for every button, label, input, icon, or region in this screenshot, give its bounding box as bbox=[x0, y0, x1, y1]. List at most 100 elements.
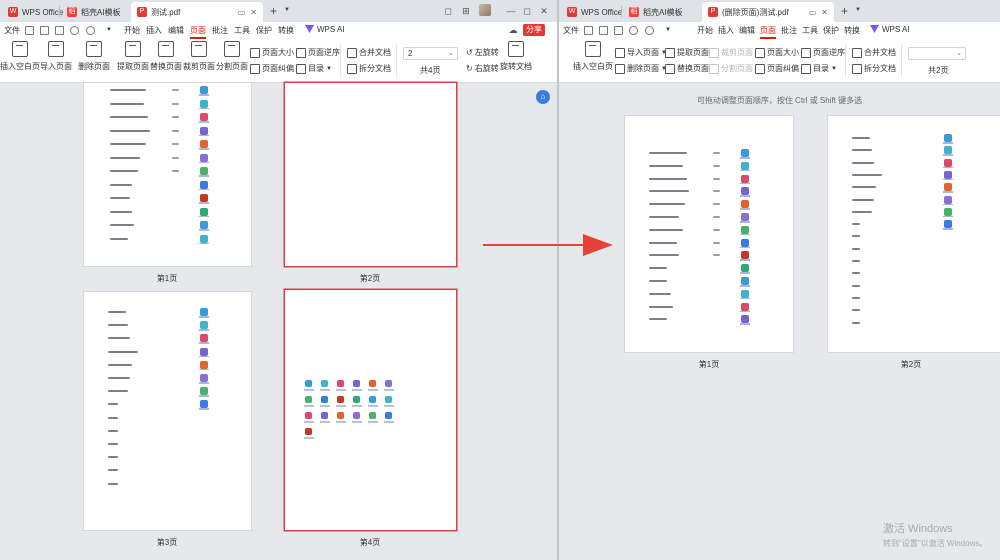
menu-page[interactable]: 页面 bbox=[190, 25, 206, 39]
tab-list-icon[interactable]: ▼ bbox=[855, 7, 861, 13]
page-thumbnail-3[interactable] bbox=[84, 292, 251, 530]
menu-comment[interactable]: 批注 bbox=[212, 25, 228, 36]
close-window-icon[interactable]: ✕ bbox=[538, 5, 550, 17]
new-tab-icon[interactable]: + bbox=[841, 4, 848, 18]
menu-tools[interactable]: 工具 bbox=[802, 25, 818, 36]
undo-icon[interactable] bbox=[70, 26, 79, 35]
floating-tool-icon[interactable]: ⌂ bbox=[536, 90, 550, 104]
merge-doc-button[interactable]: 合并文档 bbox=[347, 47, 391, 58]
page-label-3: 第3页 bbox=[156, 538, 178, 547]
minimize-icon[interactable]: — bbox=[505, 5, 517, 17]
tab-test-pdf[interactable]: P 测试.pdf ▭ ✕ bbox=[131, 2, 263, 22]
cloud-icon[interactable]: ☁ bbox=[507, 24, 519, 36]
menu-tools[interactable]: 工具 bbox=[234, 25, 250, 36]
crop-page-button[interactable]: 裁剪页面 bbox=[709, 47, 753, 58]
split-page-button[interactable]: 分割页面 bbox=[709, 63, 753, 74]
total-pages: 共4页 bbox=[420, 66, 441, 75]
thumbnail-icon bbox=[741, 264, 749, 273]
save-icon[interactable] bbox=[599, 26, 608, 35]
page-thumbnail-2[interactable] bbox=[285, 83, 456, 266]
print-icon[interactable] bbox=[614, 26, 623, 35]
insert-blank-page-button[interactable]: 插入空白页 bbox=[573, 41, 613, 72]
page-number-input[interactable]: ⌄ bbox=[908, 47, 966, 60]
menu-page[interactable]: 页面 bbox=[760, 25, 776, 39]
delete-page-button[interactable]: 删除页面 bbox=[78, 41, 110, 72]
page-size-button[interactable]: 页面大小 bbox=[250, 47, 294, 58]
thumbnail-icon bbox=[200, 99, 208, 108]
crop-page-button[interactable]: 裁剪页面 bbox=[183, 41, 215, 72]
rotate-doc-button[interactable]: 旋转文档 bbox=[500, 41, 532, 72]
save-icon[interactable] bbox=[40, 26, 49, 35]
tab-list-icon[interactable]: ▼ bbox=[284, 7, 290, 13]
tab-close-icon[interactable]: ✕ bbox=[250, 8, 257, 17]
extract-page-button[interactable]: 提取页面 bbox=[117, 41, 149, 72]
page-number-input[interactable]: 2 ⌄ bbox=[403, 47, 458, 60]
menu-insert[interactable]: 插入 bbox=[146, 25, 162, 36]
wps-ai-button[interactable]: WPS AI bbox=[305, 25, 345, 34]
open-icon[interactable] bbox=[25, 26, 34, 35]
toc-button[interactable]: 目录 ▼ bbox=[801, 63, 837, 74]
rotate-left-button[interactable]: ↺ 左旋转 bbox=[466, 47, 499, 58]
import-page-button[interactable]: 导入页面 ▼ bbox=[615, 47, 667, 58]
menu-comment[interactable]: 批注 bbox=[781, 25, 797, 36]
page-thumbnail-1[interactable] bbox=[84, 83, 251, 266]
menu-start[interactable]: 开始 bbox=[124, 25, 140, 36]
menu-protect[interactable]: 保护 bbox=[256, 25, 272, 36]
thumbnail-icon bbox=[741, 161, 749, 170]
delete-page-button[interactable]: 删除页面 ▼ bbox=[615, 63, 667, 74]
replace-page-button[interactable]: 替换页面 bbox=[150, 41, 182, 72]
split-doc-button[interactable]: 拆分文档 bbox=[347, 63, 391, 74]
wps-ai-button[interactable]: WPS AI bbox=[870, 25, 910, 34]
screen-icon[interactable]: ▭ bbox=[238, 8, 246, 17]
page-thumbnail-1[interactable] bbox=[625, 116, 793, 352]
page-order-button[interactable]: 页面逆序 bbox=[801, 47, 845, 58]
tab-docer-ai[interactable]: 稻 稻壳AI模板 bbox=[623, 2, 691, 22]
page-order-button[interactable]: 页面逆序 bbox=[296, 47, 340, 58]
new-tab-icon[interactable]: + bbox=[270, 4, 277, 18]
menu-edit[interactable]: 编辑 bbox=[739, 25, 755, 36]
replace-page-button[interactable]: 替换页面 bbox=[665, 63, 709, 74]
tab-wps-office[interactable]: W WPS Office bbox=[2, 2, 63, 22]
rotate-right-button[interactable]: ↻ 右旋转 bbox=[466, 63, 499, 74]
print-icon[interactable] bbox=[55, 26, 64, 35]
page-thumbnail-4[interactable] bbox=[285, 290, 456, 530]
undo-icon[interactable] bbox=[629, 26, 638, 35]
split-page-button[interactable]: 分割页面 bbox=[216, 41, 248, 72]
total-pages: 共2页 bbox=[928, 66, 949, 75]
app-grid-icon[interactable]: ⊞ bbox=[460, 5, 472, 17]
page-size-button[interactable]: 页面大小 bbox=[755, 47, 799, 58]
menu-convert[interactable]: 转换 bbox=[844, 25, 860, 36]
import-page-button[interactable]: 导入页面 bbox=[40, 41, 72, 72]
merge-doc-button[interactable]: 合并文档 bbox=[852, 47, 896, 58]
split-doc-button[interactable]: 拆分文档 bbox=[852, 63, 896, 74]
menu-protect[interactable]: 保护 bbox=[823, 25, 839, 36]
share-button[interactable]: 分享 bbox=[523, 24, 545, 36]
extract-page-button[interactable]: 提取页面 bbox=[665, 47, 709, 58]
menu-convert[interactable]: 转换 bbox=[278, 25, 294, 36]
maximize-icon[interactable]: ◻ bbox=[521, 5, 533, 17]
tab-close-icon[interactable]: ✕ bbox=[821, 8, 828, 17]
page-thumbnail-2[interactable] bbox=[828, 116, 1000, 352]
menu-start[interactable]: 开始 bbox=[697, 25, 713, 36]
insert-blank-page-button[interactable]: 插入空白页 bbox=[0, 41, 40, 72]
import-page-icon bbox=[48, 41, 64, 57]
thumbnail-icon bbox=[369, 380, 376, 387]
more-icon[interactable]: ▼ bbox=[665, 27, 671, 33]
screen-icon[interactable]: ▭ bbox=[809, 8, 817, 17]
avatar[interactable] bbox=[479, 4, 491, 16]
redo-icon[interactable] bbox=[86, 26, 95, 35]
menu-insert[interactable]: 插入 bbox=[718, 25, 734, 36]
redo-icon[interactable] bbox=[645, 26, 654, 35]
menu-file[interactable]: 文件 bbox=[563, 25, 579, 36]
tab-deleted-test-pdf[interactable]: P (删除页面)测试.pdf ▭ ✕ bbox=[702, 2, 834, 22]
toc-button[interactable]: 目录 ▼ bbox=[296, 63, 332, 74]
menu-edit[interactable]: 编辑 bbox=[168, 25, 184, 36]
tab-docer-ai[interactable]: 稻 稻壳AI模板 bbox=[61, 2, 129, 22]
tab-wps-office[interactable]: W WPS Office bbox=[561, 2, 622, 22]
menu-file[interactable]: 文件 bbox=[4, 25, 20, 36]
page-border-button[interactable]: 页面纠偏 bbox=[250, 63, 294, 74]
more-icon[interactable]: ▼ bbox=[106, 27, 112, 33]
open-icon[interactable] bbox=[584, 26, 593, 35]
restore-icon[interactable]: ◻ bbox=[442, 5, 454, 17]
page-border-button[interactable]: 页面纠偏 bbox=[755, 63, 799, 74]
